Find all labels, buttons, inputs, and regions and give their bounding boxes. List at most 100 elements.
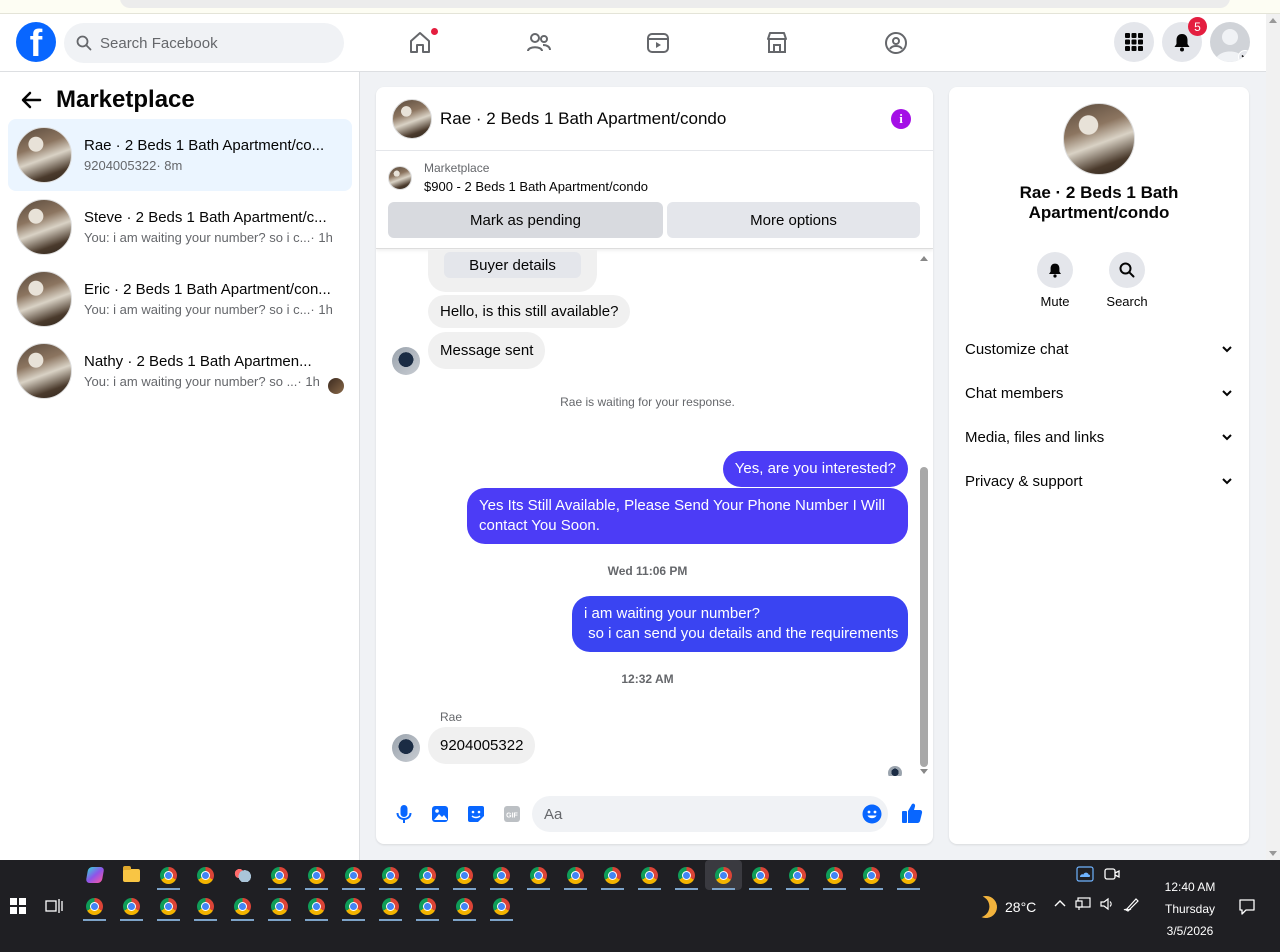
taskbar-chrome-window[interactable] — [779, 860, 816, 890]
taskbar-chrome-window[interactable] — [261, 860, 298, 890]
taskbar-chrome-window[interactable] — [520, 860, 557, 890]
message-thread[interactable]: Buyer details Hello, is this still avail… — [376, 250, 933, 776]
taskbar-chrome-window[interactable] — [150, 860, 187, 890]
taskbar-chrome-window[interactable] — [409, 891, 446, 921]
chevron-up-icon[interactable] — [1053, 897, 1067, 911]
taskbar-chrome-window[interactable] — [335, 860, 372, 890]
taskbar-chrome-window[interactable] — [816, 860, 853, 890]
sender-avatar[interactable] — [392, 734, 420, 762]
taskbar-copilot[interactable] — [76, 860, 113, 890]
nav-groups[interactable] — [836, 20, 955, 66]
taskbar-chrome-window[interactable] — [409, 860, 446, 890]
page-scrollbar[interactable] — [1266, 14, 1280, 860]
svg-text:GIF: GIF — [506, 813, 518, 820]
info-icon[interactable]: i — [891, 109, 911, 129]
facebook-logo[interactable]: f — [16, 22, 56, 62]
taskbar-chrome-window[interactable] — [557, 860, 594, 890]
taskbar-chrome-window[interactable] — [372, 891, 409, 921]
taskbar-chrome-window[interactable] — [335, 891, 372, 921]
task-view-icon[interactable] — [45, 898, 63, 914]
search-action[interactable]: Search — [1106, 252, 1148, 309]
emoji-icon[interactable] — [862, 804, 882, 824]
page-scroll-up[interactable] — [1269, 18, 1277, 23]
conversation-avatar[interactable] — [1063, 103, 1135, 175]
chat-listing-thumbnail[interactable] — [392, 98, 432, 139]
gif-button[interactable]: GIF — [494, 796, 530, 832]
search-in-conversation-button[interactable] — [1109, 252, 1145, 288]
message-input-box[interactable] — [532, 796, 888, 832]
taskbar-chrome-window[interactable] — [150, 891, 187, 921]
taskbar-chrome-window[interactable] — [372, 860, 409, 890]
bell-icon — [1049, 263, 1061, 278]
taskbar-chrome-window[interactable] — [631, 860, 668, 890]
nav-marketplace[interactable] — [717, 20, 836, 66]
notifications-button[interactable]: 5 — [1162, 17, 1207, 62]
taskbar-chrome-window-active[interactable] — [705, 860, 742, 890]
taskbar-chrome-window[interactable] — [446, 860, 483, 890]
mute-action[interactable]: Mute — [1037, 252, 1073, 309]
taskbar-chrome-window[interactable] — [446, 891, 483, 921]
taskbar-chrome-window[interactable] — [298, 860, 335, 890]
taskbar-chrome-window[interactable] — [483, 860, 520, 890]
onedrive-cloud-icon[interactable] — [1076, 866, 1094, 882]
taskbar-chrome-window[interactable] — [187, 860, 224, 890]
taskbar-chrome-window[interactable] — [187, 891, 224, 921]
sticker-button[interactable] — [458, 796, 494, 832]
notification-center-icon[interactable] — [1238, 898, 1256, 916]
meet-now-icon[interactable] — [1104, 866, 1120, 882]
taskbar-chrome-window[interactable] — [76, 891, 113, 921]
taskbar-chrome-window[interactable] — [594, 860, 631, 890]
conversation-item-nathy[interactable]: Nathy · 2 Beds 1 Bath Apartmen... You: i… — [8, 335, 352, 407]
taskbar-chrome-window[interactable] — [298, 891, 335, 921]
pen-icon[interactable] — [1123, 896, 1141, 912]
tray-weather[interactable]: 28°C — [975, 896, 1036, 918]
chat-panel: Rae · 2 Beds 1 Bath Apartment/condo i Ma… — [376, 87, 933, 844]
taskbar-chrome-window[interactable] — [224, 891, 261, 921]
page-scroll-down[interactable] — [1269, 851, 1277, 856]
nav-video[interactable] — [598, 20, 717, 66]
section-customize-chat[interactable]: Customize chat — [957, 327, 1241, 371]
nav-home[interactable] — [360, 20, 479, 66]
chat-title[interactable]: Rae · 2 Beds 1 Bath Apartment/condo — [440, 109, 726, 129]
taskbar-chrome-window[interactable] — [668, 860, 705, 890]
chat-scroll-up[interactable] — [920, 256, 928, 261]
taskbar-file-explorer[interactable] — [113, 860, 150, 890]
section-chat-members[interactable]: Chat members — [957, 371, 1241, 415]
taskbar-chrome-window[interactable] — [261, 891, 298, 921]
mute-button[interactable] — [1037, 252, 1073, 288]
attach-image-button[interactable] — [422, 796, 458, 832]
listing-info[interactable]: Marketplace $900 - 2 Beds 1 Bath Apartme… — [388, 161, 648, 194]
nav-friends[interactable] — [479, 20, 598, 66]
taskbar-chrome-window[interactable] — [742, 860, 779, 890]
menu-button[interactable] — [1114, 22, 1154, 62]
buyer-details-button[interactable]: Buyer details — [444, 252, 581, 278]
taskbar-apps-row-2 — [76, 891, 520, 921]
chat-scroll-down[interactable] — [920, 769, 928, 774]
more-options-button[interactable]: More options — [667, 202, 920, 238]
volume-icon[interactable] — [1099, 896, 1115, 912]
search-box[interactable] — [64, 23, 344, 63]
account-button[interactable] — [1210, 22, 1250, 62]
mark-as-pending-button[interactable]: Mark as pending — [388, 202, 663, 238]
network-icon[interactable] — [1075, 896, 1091, 912]
chat-scroll-thumb[interactable] — [920, 467, 928, 767]
section-media-files-links[interactable]: Media, files and links — [957, 415, 1241, 459]
conversation-item-steve[interactable]: Steve · 2 Beds 1 Bath Apartment/c... You… — [8, 191, 352, 263]
taskbar-chrome-window[interactable] — [483, 891, 520, 921]
taskbar-weather-app[interactable] — [224, 860, 261, 890]
chat-scrollbar[interactable] — [919, 254, 929, 776]
voice-clip-button[interactable] — [386, 796, 422, 832]
conversation-item-rae[interactable]: Rae · 2 Beds 1 Bath Apartment/co... 9204… — [8, 119, 352, 191]
taskbar-chrome-window[interactable] — [890, 860, 927, 890]
message-input[interactable] — [544, 805, 844, 823]
thumbs-up-icon[interactable] — [901, 802, 923, 824]
taskbar-chrome-window[interactable] — [113, 891, 150, 921]
sender-avatar[interactable] — [392, 347, 420, 375]
taskbar-chrome-window[interactable] — [853, 860, 890, 890]
windows-start-icon[interactable] — [10, 898, 26, 914]
search-input[interactable] — [100, 34, 320, 52]
back-arrow-icon[interactable] — [20, 89, 42, 111]
conversation-item-eric[interactable]: Eric · 2 Beds 1 Bath Apartment/con... Yo… — [8, 263, 352, 335]
system-clock[interactable]: 12:40 AM Thursday 3/5/2026 — [1150, 876, 1230, 942]
section-privacy-support[interactable]: Privacy & support — [957, 459, 1241, 503]
